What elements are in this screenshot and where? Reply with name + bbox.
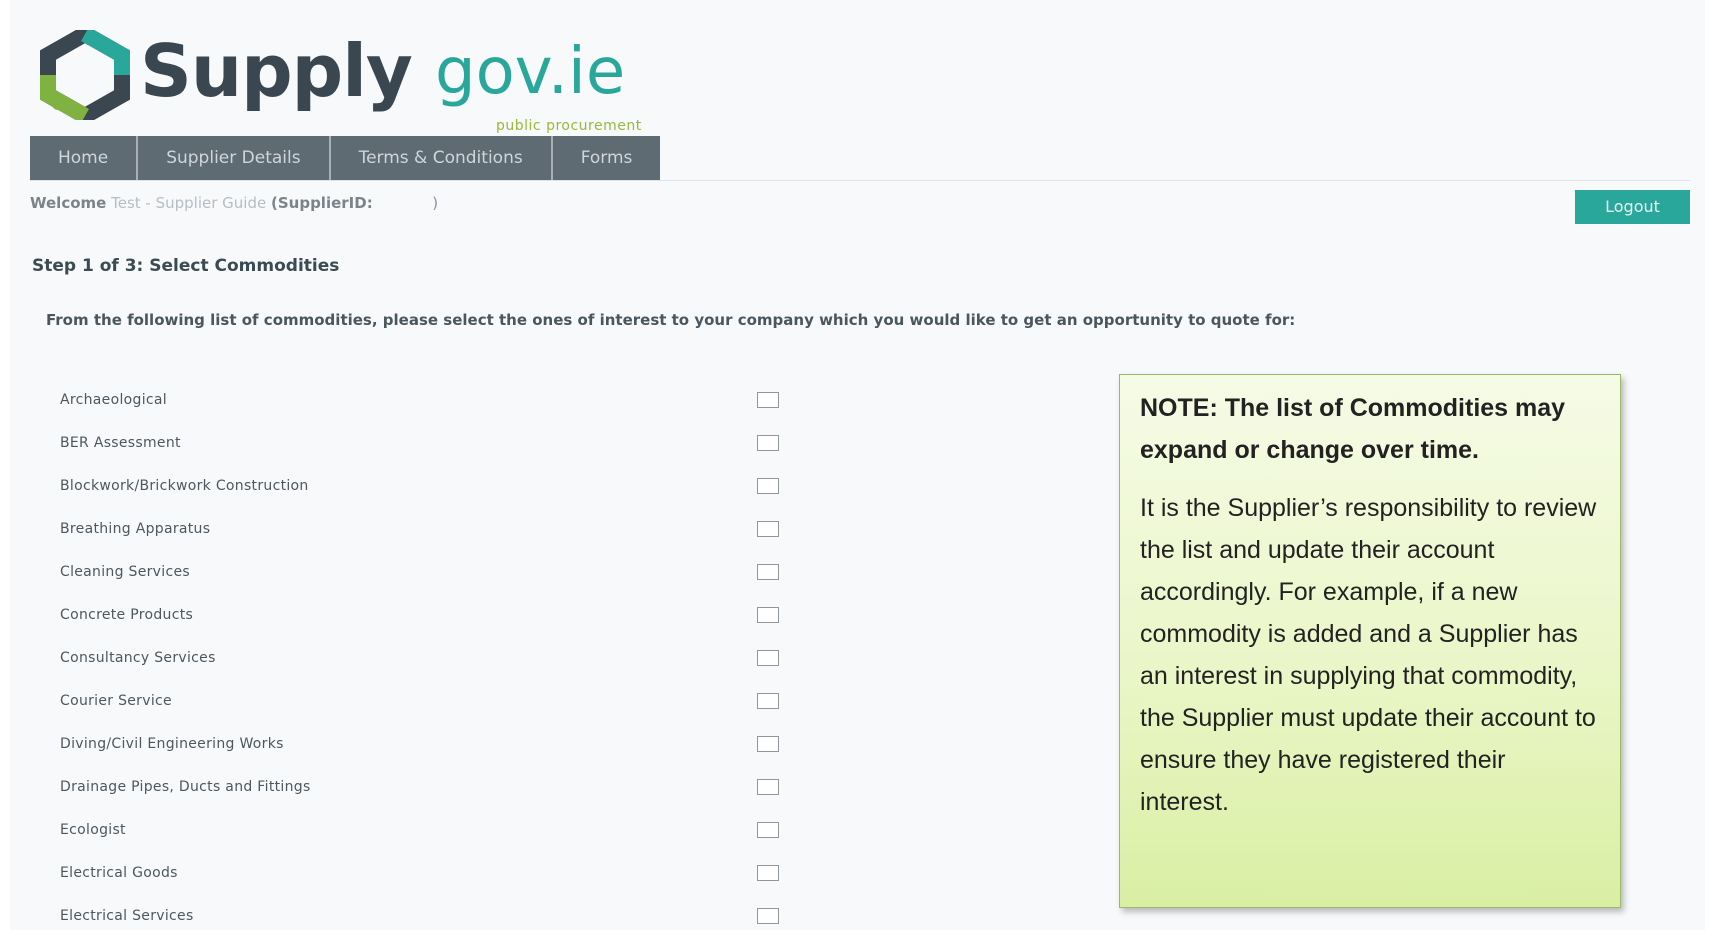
note-heading: NOTE: The list of Commodities may expand… (1140, 394, 1566, 464)
commodity-checkbox[interactable] (757, 392, 779, 408)
commodity-label: Concrete Products (60, 607, 194, 623)
commodity-label: Courier Service (60, 693, 172, 709)
commodity-label: Archaeological (60, 392, 167, 408)
commodity-checkbox[interactable] (757, 908, 779, 924)
list-item: Consultancy Services (60, 644, 800, 687)
commodity-label: Blockwork/Brickwork Construction (60, 478, 309, 494)
commodity-label: BER Assessment (60, 435, 181, 451)
commodity-checkbox[interactable] (757, 435, 779, 451)
list-item: Cleaning Services (60, 558, 800, 601)
welcome-prefix: Welcome (30, 194, 107, 212)
commodity-checkbox[interactable] (757, 779, 779, 795)
commodity-label: Electrical Goods (60, 865, 178, 881)
list-item: Concrete Products (60, 601, 800, 644)
note-callout: NOTE: The list of Commodities may expand… (1119, 374, 1621, 908)
supplier-id-close: ) (432, 194, 439, 212)
puzzle-ring-icon (40, 30, 130, 120)
commodity-checkbox[interactable] (757, 478, 779, 494)
logo-word-supply: Supply (140, 29, 413, 113)
list-item: Blockwork/Brickwork Construction (60, 472, 800, 515)
list-item: Archaeological (60, 386, 800, 429)
supplygov-logo[interactable]: Supply gov.ie public procurement (40, 26, 740, 134)
list-item: Courier Service (60, 687, 800, 730)
list-item: Ecologist (60, 816, 800, 859)
commodity-checkbox[interactable] (757, 822, 779, 838)
welcome-text: Welcome Test - Supplier Guide (SupplierI… (30, 194, 438, 212)
nav-supplier-details[interactable]: Supplier Details (138, 136, 331, 180)
instructions-text: From the following list of commodities, … (46, 311, 1296, 329)
commodity-label: Consultancy Services (60, 650, 216, 666)
main-nav: Home Supplier Details Terms & Conditions… (30, 136, 661, 180)
commodity-checkbox[interactable] (757, 650, 779, 666)
list-item: BER Assessment (60, 429, 800, 472)
logo-tagline: public procurement (496, 118, 642, 134)
list-item: Drainage Pipes, Ducts and Fittings (60, 773, 800, 816)
logo-word-gov: gov.ie (435, 35, 626, 109)
commodity-label: Diving/Civil Engineering Works (60, 736, 284, 752)
commodity-label: Electrical Services (60, 908, 194, 924)
commodity-checkbox[interactable] (757, 693, 779, 709)
welcome-user: Test - Supplier Guide (111, 194, 267, 212)
commodity-checkbox[interactable] (757, 736, 779, 752)
step-title: Step 1 of 3: Select Commodities (32, 256, 340, 276)
nav-terms-conditions[interactable]: Terms & Conditions (331, 136, 553, 180)
commodity-checkbox[interactable] (757, 521, 779, 537)
list-item: Diving/Civil Engineering Works (60, 730, 800, 773)
commodity-list: Archaeological BER Assessment Blockwork/… (60, 386, 800, 945)
page: Supply gov.ie public procurement Home Su… (10, 0, 1705, 930)
nav-forms[interactable]: Forms (553, 136, 661, 180)
list-item: Electrical Goods (60, 859, 800, 902)
nav-divider (30, 180, 1690, 181)
commodity-checkbox[interactable] (757, 564, 779, 580)
list-item: Electrical Services (60, 902, 800, 945)
commodity-checkbox[interactable] (757, 865, 779, 881)
commodity-label: Drainage Pipes, Ducts and Fittings (60, 779, 311, 795)
commodity-label: Ecologist (60, 822, 126, 838)
commodity-label: Cleaning Services (60, 564, 190, 580)
logout-button[interactable]: Logout (1575, 190, 1690, 224)
supplier-id-label: (SupplierID: (271, 194, 373, 212)
commodity-checkbox[interactable] (757, 607, 779, 623)
list-item: Breathing Apparatus (60, 515, 800, 558)
commodity-label: Breathing Apparatus (60, 521, 211, 537)
note-body: It is the Supplier’s responsibility to r… (1140, 494, 1597, 816)
nav-home[interactable]: Home (30, 136, 139, 180)
